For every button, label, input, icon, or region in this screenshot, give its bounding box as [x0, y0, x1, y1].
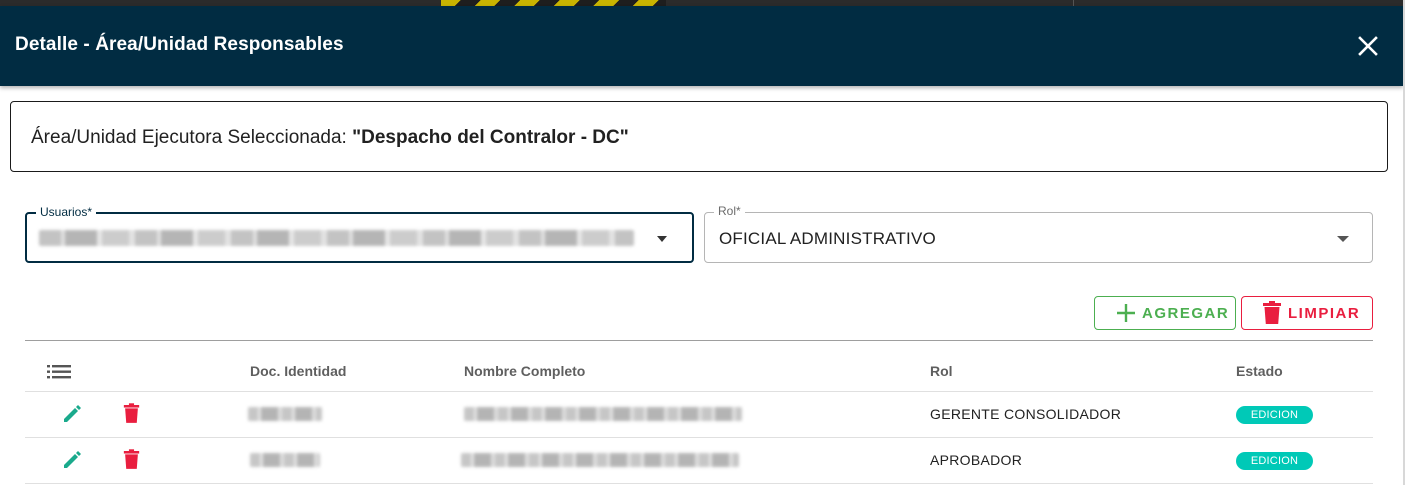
rol-value: OFICIAL ADMINISTRATIVO [719, 229, 936, 248]
dialog-title: Detalle - Área/Unidad Responsables [15, 34, 344, 55]
trash-icon [1263, 301, 1281, 324]
usuarios-select[interactable]: Usuarios* [25, 205, 694, 263]
column-doc-identidad[interactable]: Doc. Identidad [250, 363, 346, 379]
close-button[interactable] [1354, 32, 1382, 60]
column-estado[interactable]: Estado [1236, 363, 1283, 379]
trash-icon[interactable] [123, 403, 140, 429]
chevron-down-icon[interactable] [657, 236, 667, 242]
nombre-redacted [464, 407, 742, 421]
selected-unit-box: Área/Unidad Ejecutora Seleccionada: "Des… [10, 101, 1388, 172]
status-badge: EDICION [1236, 452, 1313, 470]
close-icon [1358, 36, 1378, 56]
trash-icon[interactable] [123, 449, 140, 475]
table-header: Doc. Identidad Nombre Completo Rol Estad… [25, 341, 1373, 392]
column-nombre-completo[interactable]: Nombre Completo [464, 363, 585, 379]
selected-unit-label: Área/Unidad Ejecutora Seleccionada: [31, 127, 353, 148]
table-row: GERENTE CONSOLIDADOR EDICION [25, 392, 1373, 438]
doc-identidad-redacted [248, 407, 322, 421]
chevron-down-icon[interactable] [1337, 236, 1349, 242]
plus-icon [1117, 304, 1135, 322]
pencil-icon[interactable] [62, 404, 82, 429]
limpiar-label: LIMPIAR [1288, 304, 1361, 322]
selected-unit-text: Área/Unidad Ejecutora Seleccionada: "Des… [31, 127, 629, 149]
agregar-label: AGREGAR [1142, 304, 1230, 322]
rol-cell: APROBADOR [930, 452, 1023, 468]
agregar-button[interactable]: AGREGAR [1094, 296, 1236, 330]
selected-unit-value: "Despacho del Contralor - DC" [352, 127, 629, 148]
rol-select[interactable]: Rol* OFICIAL ADMINISTRATIVO [704, 204, 1373, 263]
nombre-redacted [461, 453, 739, 467]
list-icon[interactable] [47, 363, 71, 386]
dialog-header: Detalle - Área/Unidad Responsables [0, 6, 1403, 86]
usuarios-label: Usuarios* [36, 205, 97, 219]
pencil-icon[interactable] [62, 450, 82, 475]
limpiar-button[interactable]: LIMPIAR [1241, 296, 1373, 330]
rol-cell: GERENTE CONSOLIDADOR [930, 406, 1122, 422]
doc-identidad-redacted [250, 453, 320, 467]
usuarios-value-redacted [39, 230, 634, 246]
column-rol[interactable]: Rol [930, 363, 953, 379]
rol-label: Rol* [714, 204, 745, 218]
table-row: APROBADOR EDICION [25, 438, 1373, 484]
status-badge: EDICION [1236, 406, 1313, 424]
